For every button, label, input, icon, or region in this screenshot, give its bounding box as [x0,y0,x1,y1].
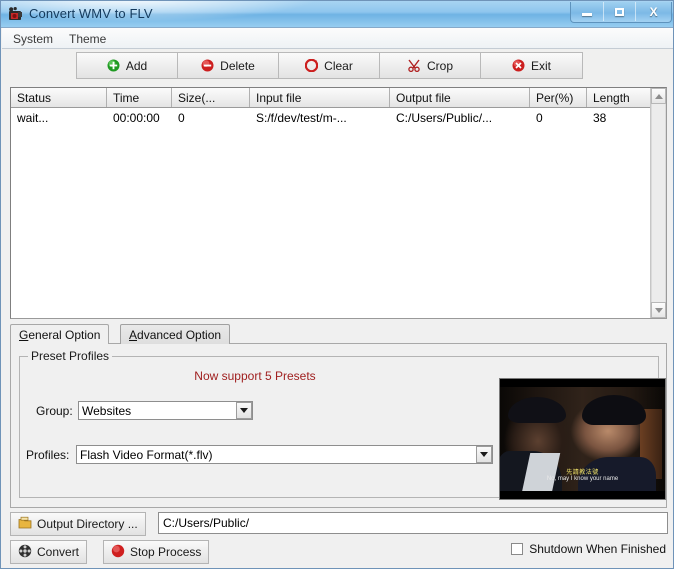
preview-subtitle-cn: 先請教法號 [566,470,599,476]
cell-output: C:/Users/Public/... [396,111,493,125]
preset-support-note: Now support 5 Presets [194,369,316,383]
stop-process-button[interactable]: Stop Process [103,540,210,564]
profiles-select-value: Flash Video Format(*.flv) [80,447,213,462]
minimize-button[interactable] [571,2,604,21]
preview-letterbox-top [500,379,665,387]
output-directory-label: Output Directory ... [37,517,138,531]
column-header-output[interactable]: Output file [390,88,530,107]
menu-bar: System Theme [2,28,673,49]
column-header-length[interactable]: Length [587,88,651,107]
tab-general-option[interactable]: General Option [10,324,110,344]
close-button[interactable]: X [636,2,671,21]
stop-red-circle-icon [111,544,125,561]
scroll-down-arrow-icon[interactable] [651,302,666,318]
window-controls: X [570,2,672,23]
profiles-label: Profiles: [26,448,70,462]
file-list[interactable]: Status Time Size(... Input file Output f… [10,87,667,319]
title-bar: Convert WMV to FLV X [1,1,673,28]
folder-icon [18,516,32,532]
preset-profiles-groupbox: Preset Profiles Now support 5 Presets Gr… [19,349,666,500]
tab-general-mnemonic: G [19,327,29,342]
convert-button-label: Convert [37,545,80,559]
exit-button[interactable]: Exit [481,53,582,78]
add-button-label: Add [125,58,148,73]
window-title: Convert WMV to FLV [29,6,153,21]
file-list-vertical-scrollbar[interactable] [650,88,666,318]
tab-general-label-rest: eneral Option [28,327,101,342]
preview-letterbox-bottom [500,491,665,499]
menu-item-theme[interactable]: Theme [64,31,111,47]
tab-advanced-label-rest: dvanced Option [137,327,222,342]
group-label: Group: [36,404,73,418]
add-button[interactable]: Add [77,53,178,78]
table-row[interactable]: wait... 00:00:00 0 S:/f/dev/test/m-... C… [11,109,651,127]
toolbar-button-group: Add Delete Clear Crop Exit [76,52,583,79]
stop-process-label: Stop Process [130,545,202,559]
cell-length: 38 [593,111,607,125]
option-tabs: General Option Advanced Option [10,324,667,344]
output-path-value: C:/Users/Public/ [163,516,250,530]
checkbox-box-icon[interactable] [511,543,524,555]
minimize-icon [571,2,603,21]
clear-button[interactable]: Clear [279,53,380,78]
menu-item-system[interactable]: System [8,31,58,47]
tab-advanced-mnemonic: A [129,327,138,342]
delete-red-circle-icon [201,59,214,72]
chevron-down-icon[interactable] [476,446,492,463]
close-icon: X [649,4,658,19]
group-select-value: Websites [82,403,132,418]
tab-advanced-option[interactable]: Advanced Option [120,324,231,344]
toolbar: Add Delete Clear Crop Exit [2,49,673,84]
exit-button-label: Exit [530,58,551,73]
scrollbar-track[interactable] [651,104,666,302]
maximize-icon [604,2,636,21]
column-header-percent[interactable]: Per(%) [530,88,587,107]
clear-red-circle-icon [305,59,319,72]
clear-button-label: Clear [324,58,353,73]
convert-button[interactable]: Convert [10,540,88,564]
file-list-header: Status Time Size(... Input file Output f… [11,88,651,108]
cell-size: 0 [178,111,185,125]
delete-button-label: Delete [220,58,255,73]
maximize-button[interactable] [604,2,637,21]
group-select[interactable]: Websites [78,401,253,420]
output-directory-button[interactable]: Output Directory ... [10,512,146,536]
shutdown-when-finished-label: Shutdown When Finished [529,542,666,556]
shutdown-when-finished-checkbox[interactable]: Shutdown When Finished [511,542,666,556]
column-header-status[interactable]: Status [11,88,107,107]
cell-status: wait... [17,111,49,125]
video-preview-thumbnail: 先請教法號 No, may I know your name [499,378,666,500]
column-header-size[interactable]: Size(... [172,88,250,107]
film-reel-icon [18,544,32,561]
chevron-down-icon[interactable] [236,402,252,419]
column-header-input[interactable]: Input file [250,88,390,107]
general-option-panel: Preset Profiles Now support 5 Presets Gr… [10,343,667,508]
delete-button[interactable]: Delete [178,53,279,78]
crop-scissors-icon [407,59,421,72]
camera-icon [8,6,24,22]
cell-time: 00:00:00 [113,111,160,125]
column-header-time[interactable]: Time [107,88,172,107]
output-path-input[interactable]: C:/Users/Public/ [158,512,668,534]
preview-subtitle-en: No, may I know your name [546,476,619,482]
cell-input: S:/f/dev/test/m-... [256,111,347,125]
crop-button-label: Crop [426,58,453,73]
bottom-bar: Output Directory ... C:/Users/Public/ Co… [2,509,673,568]
add-green-circle-icon [107,59,120,72]
application-window: Convert WMV to FLV X System Theme Add De… [0,0,674,569]
exit-red-x-icon [512,59,525,72]
crop-button[interactable]: Crop [380,53,481,78]
cell-percent: 0 [536,111,543,125]
profiles-select[interactable]: Flash Video Format(*.flv) [76,445,493,464]
scroll-up-arrow-icon[interactable] [651,88,666,104]
preset-profiles-title: Preset Profiles [28,349,113,363]
